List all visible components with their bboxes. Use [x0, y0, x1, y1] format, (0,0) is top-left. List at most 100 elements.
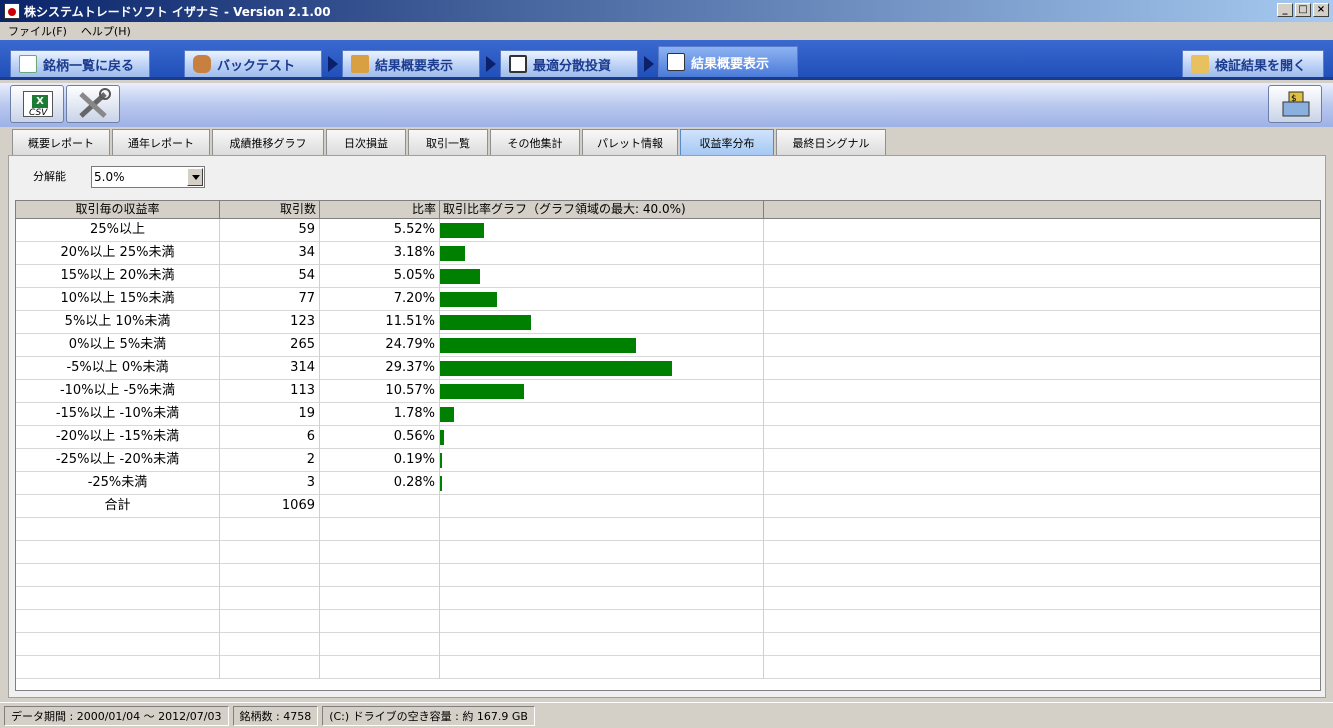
- cell-return-range: 0%以上 5%未満: [16, 334, 220, 357]
- tab-backtest[interactable]: バックテスト: [184, 50, 322, 77]
- table-row[interactable]: -25%以上 -20%未満 2 0.19%: [16, 449, 1320, 472]
- cell-empty: [320, 610, 440, 633]
- cell-empty: [16, 587, 220, 610]
- cell-empty: [764, 357, 1320, 380]
- tab-label: 最適分散投資: [533, 58, 612, 74]
- cell-empty: [220, 541, 320, 564]
- cell-empty: [220, 656, 320, 679]
- cell-empty: [764, 242, 1320, 265]
- ratio-bar: [440, 246, 465, 261]
- tools-icon: [79, 88, 111, 118]
- header-trade-count[interactable]: 取引数: [220, 201, 320, 219]
- table-row[interactable]: 20%以上 25%未満 34 3.18%: [16, 242, 1320, 265]
- header-ratio-graph[interactable]: 取引比率グラフ（グラフ領域の最大: 40.0%): [440, 201, 764, 219]
- table-row[interactable]: 0%以上 5%未満 265 24.79%: [16, 334, 1320, 357]
- header-ratio[interactable]: 比率: [320, 201, 440, 219]
- table-row[interactable]: -15%以上 -10%未満 19 1.78%: [16, 403, 1320, 426]
- table-row[interactable]: -20%以上 -15%未満 6 0.56%: [16, 426, 1320, 449]
- subtab-daily-pl[interactable]: 日次損益: [326, 129, 406, 155]
- cash-register-icon: $: [1282, 91, 1310, 117]
- tab-result-summary[interactable]: 結果概要表示: [342, 50, 480, 77]
- table-row[interactable]: 10%以上 15%未満 77 7.20%: [16, 288, 1320, 311]
- cell-ratio-graph: [440, 265, 764, 288]
- table-row[interactable]: [16, 564, 1320, 587]
- status-stock-count: 銘柄数 : 4758: [232, 705, 319, 726]
- status-bar: データ期間 : 2000/01/04 〜 2012/07/03 銘柄数 : 47…: [0, 702, 1333, 728]
- cell-ratio: 0.56%: [320, 426, 440, 449]
- cell-ratio: [320, 495, 440, 518]
- subtab-return-distribution[interactable]: 収益率分布: [680, 129, 774, 155]
- subtab-other-stats[interactable]: その他集計: [490, 129, 580, 155]
- svg-text:$: $: [1291, 94, 1297, 104]
- cell-return-range: 25%以上: [16, 219, 220, 242]
- tab-result-summary-active[interactable]: 結果概要表示: [658, 46, 798, 77]
- cell-empty: [440, 518, 764, 541]
- tab-label: 銘柄一覧に戻る: [43, 58, 135, 74]
- resolution-select[interactable]: 5.0%: [91, 166, 205, 188]
- chevron-down-icon[interactable]: [187, 168, 203, 186]
- ratio-bar: [440, 223, 484, 238]
- cell-empty: [764, 564, 1320, 587]
- tab-open-results[interactable]: 検証結果を開く: [1182, 50, 1324, 77]
- table-row[interactable]: [16, 656, 1320, 679]
- cell-ratio: 7.20%: [320, 288, 440, 311]
- resolution-value: 5.0%: [94, 170, 125, 184]
- subtab-performance-graph[interactable]: 成績推移グラフ: [212, 129, 324, 155]
- maximize-button[interactable]: □: [1295, 3, 1311, 17]
- money-bag-icon: [351, 55, 369, 73]
- cell-empty: [320, 541, 440, 564]
- cell-ratio-graph: [440, 403, 764, 426]
- cell-empty: [440, 587, 764, 610]
- table-row[interactable]: [16, 518, 1320, 541]
- cell-ratio-graph: [440, 472, 764, 495]
- tab-back-to-stock-list[interactable]: 銘柄一覧に戻る: [10, 50, 150, 77]
- tab-optimal-diversification[interactable]: 最適分散投資: [500, 50, 638, 77]
- cell-empty: [16, 610, 220, 633]
- cell-trade-count: 54: [220, 265, 320, 288]
- cell-ratio-graph: [440, 426, 764, 449]
- cell-empty: [220, 564, 320, 587]
- table-body: 25%以上 59 5.52% 20%以上 25%未満 34 3.18% 15%以上 20%未…: [16, 219, 1320, 679]
- table-row[interactable]: -25%未満 3 0.28%: [16, 472, 1320, 495]
- export-csv-button[interactable]: X CSV: [10, 85, 64, 123]
- table-row[interactable]: [16, 633, 1320, 656]
- close-button[interactable]: ×: [1313, 3, 1329, 17]
- table-row[interactable]: -10%以上 -5%未満 113 10.57%: [16, 380, 1320, 403]
- tab-label: 検証結果を開く: [1215, 58, 1307, 74]
- cell-ratio: 0.19%: [320, 449, 440, 472]
- cell-trade-count: 1069: [220, 495, 320, 518]
- table-row[interactable]: [16, 610, 1320, 633]
- cell-empty: [320, 564, 440, 587]
- table-row[interactable]: -5%以上 0%未満 314 29.37%: [16, 357, 1320, 380]
- sub-tab-strip: 概要レポート 通年レポート 成績推移グラフ 日次損益 取引一覧 その他集計 パレ…: [12, 129, 888, 155]
- menu-bar: ファイル(F) ヘルプ(H): [0, 22, 1333, 40]
- table-row[interactable]: 15%以上 20%未満 54 5.05%: [16, 265, 1320, 288]
- header-return-range[interactable]: 取引毎の収益率: [16, 201, 220, 219]
- cell-trade-count: 34: [220, 242, 320, 265]
- cash-register-button[interactable]: $: [1268, 85, 1322, 123]
- minimize-button[interactable]: _: [1277, 3, 1293, 17]
- tab-label: 結果概要表示: [691, 56, 770, 72]
- cell-empty: [320, 518, 440, 541]
- cell-empty: [764, 380, 1320, 403]
- subtab-annual-report[interactable]: 通年レポート: [112, 129, 210, 155]
- subtab-palette-info[interactable]: パレット情報: [582, 129, 678, 155]
- cell-empty: [764, 334, 1320, 357]
- table-row[interactable]: 25%以上 59 5.52%: [16, 219, 1320, 242]
- menu-help[interactable]: ヘルプ(H): [81, 23, 131, 39]
- settings-button[interactable]: [66, 85, 120, 123]
- subtab-summary-report[interactable]: 概要レポート: [12, 129, 110, 155]
- cell-ratio: 5.05%: [320, 265, 440, 288]
- table-row[interactable]: [16, 587, 1320, 610]
- menu-file[interactable]: ファイル(F): [8, 23, 67, 39]
- status-drive-space: (C:) ドライブの空き容量 : 約 167.9 GB: [322, 705, 535, 726]
- subtab-trade-list[interactable]: 取引一覧: [408, 129, 488, 155]
- subtab-last-day-signal[interactable]: 最終日シグナル: [776, 129, 886, 155]
- cell-empty: [320, 587, 440, 610]
- bag-icon: [193, 55, 211, 73]
- table-row[interactable]: 5%以上 10%未満 123 11.51%: [16, 311, 1320, 334]
- table-row[interactable]: 合計 1069: [16, 495, 1320, 518]
- table-row[interactable]: [16, 541, 1320, 564]
- cell-return-range: 15%以上 20%未満: [16, 265, 220, 288]
- cell-trade-count: 2: [220, 449, 320, 472]
